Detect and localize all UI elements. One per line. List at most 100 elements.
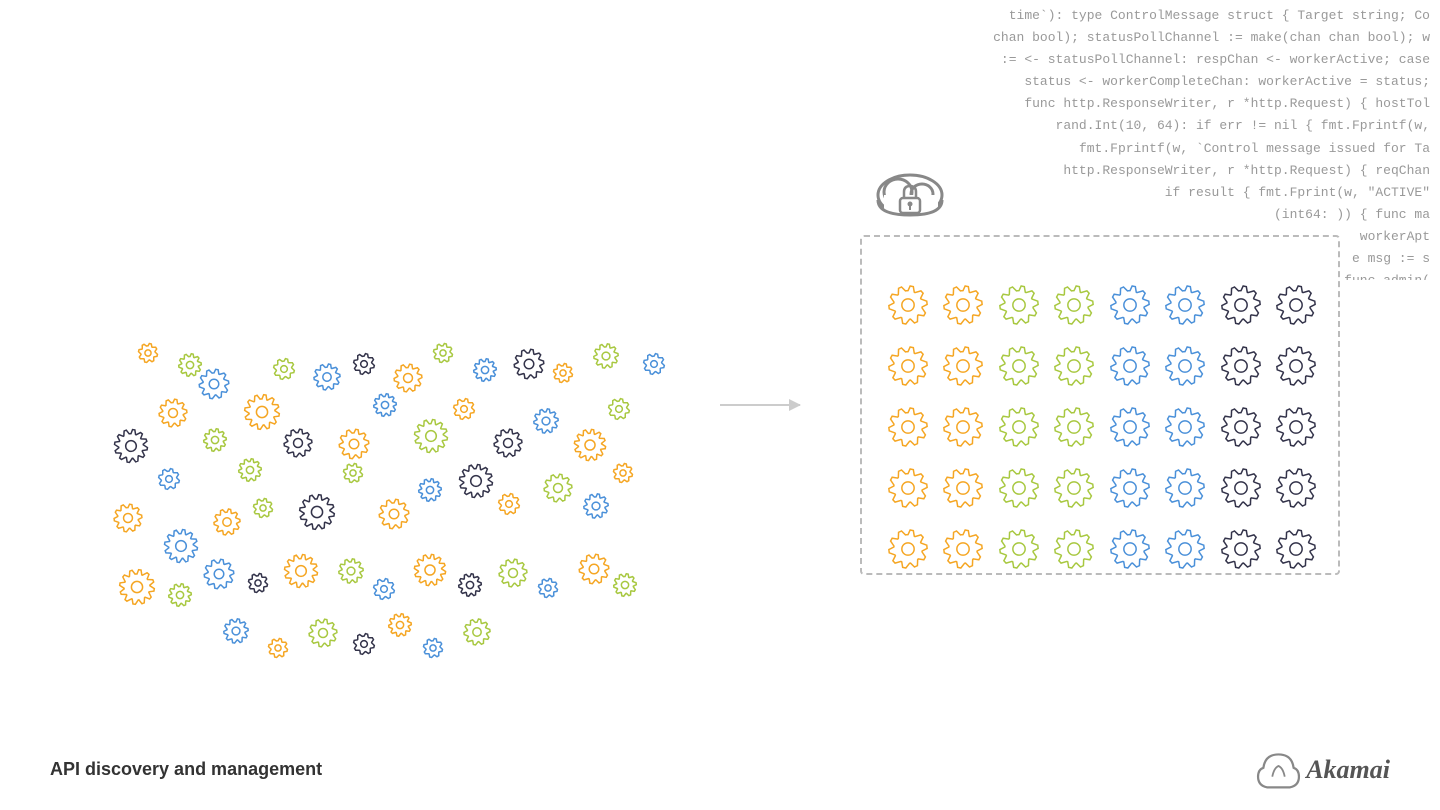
scattered-gear [550,360,576,391]
scattered-gear [160,525,202,572]
scattered-gear [305,615,341,656]
scattered-gear [220,615,252,652]
scattered-gear [495,490,523,523]
scattered-gear [280,550,322,597]
scattered-gear [175,350,205,385]
scattered-gear [265,635,291,666]
scattered-gear [570,425,610,470]
scattered-gear [415,475,445,510]
scattered-gear [385,610,415,645]
organized-gear [1049,459,1101,516]
organized-gear [1271,277,1323,334]
organized-gear [938,338,990,395]
scattered-gear [210,505,244,544]
scattered-gear [200,555,238,598]
scattered-gear [420,635,446,666]
arrow-container [720,404,800,406]
organized-gear [882,399,934,456]
organized-gear [1271,520,1323,577]
organized-gear [1049,338,1101,395]
organized-gear [1160,338,1212,395]
organized-gear [993,399,1045,456]
scattered-gear [165,580,195,615]
right-arrow [720,404,800,406]
organized-gear [1104,459,1156,516]
organized-gear [1271,338,1323,395]
page-title: API discovery and management [50,759,322,780]
organized-gear [1104,520,1156,577]
scattered-gear [295,490,339,539]
scattered-gear [410,550,450,595]
akamai-logo-icon [1256,750,1301,790]
organized-gear [938,459,990,516]
akamai-logo: Akamai [1256,750,1390,790]
main-content [0,0,1440,810]
scattered-gear [580,490,612,527]
scattered-gear [460,615,494,654]
scattered-gear [115,565,159,614]
scattered-gear [455,570,485,605]
scattered-gear [270,355,298,388]
organized-gear [993,338,1045,395]
scattered-gear [390,360,426,401]
cloud-lock-icon [870,160,950,225]
scattered-gear [470,355,500,390]
akamai-text: Akamai [1306,755,1390,785]
scattered-gear [590,340,622,377]
scattered-gear [410,415,452,462]
organized-gear [938,277,990,334]
scattered-gear [350,630,378,663]
organized-gears-box [860,235,1340,575]
organized-gear [1160,520,1212,577]
scattered-gear [495,555,531,596]
scattered-gear [340,460,366,491]
scattered-gear [530,405,562,442]
scattered-gear [610,570,640,605]
scattered-gear [280,425,316,466]
organized-gear [1049,520,1101,577]
organized-gear [1160,399,1212,456]
scattered-gear [430,340,456,371]
scattered-gear [155,395,191,436]
scattered-gear [110,500,146,541]
scattered-gear [540,470,576,511]
organized-gear [882,277,934,334]
scattered-gear [110,425,152,472]
scattered-gear [605,395,633,428]
right-panel-organized [860,215,1340,595]
scattered-gear [310,360,344,399]
organized-gear [882,459,934,516]
organized-gear [938,520,990,577]
organized-gear [993,277,1045,334]
scattered-gear [640,350,668,383]
scattered-gear [610,460,636,491]
organized-gear [1104,399,1156,456]
scattered-gear [375,495,413,538]
organized-gear [1160,459,1212,516]
scattered-gear [235,455,265,490]
scattered-gear [155,465,183,498]
scattered-gear [510,345,548,388]
scattered-gear [450,395,478,428]
organized-gear [938,399,990,456]
organized-gear [1215,399,1267,456]
organized-gear [1049,399,1101,456]
organized-gear [993,520,1045,577]
organized-gear [1215,459,1267,516]
organized-gear [1049,277,1101,334]
organized-gear [1271,399,1323,456]
organized-gear [1215,338,1267,395]
organized-gear [1215,520,1267,577]
organized-gear [1104,277,1156,334]
organized-gear [993,459,1045,516]
organized-gear [1160,277,1212,334]
scattered-gear [350,350,378,383]
organized-gear [882,338,934,395]
scattered-gear [250,495,276,526]
organized-gear [1271,459,1323,516]
scattered-gear [240,390,284,439]
scattered-gear [455,460,497,507]
organized-gear [882,520,934,577]
scattered-gear [335,555,367,592]
scattered-gear [245,570,271,601]
